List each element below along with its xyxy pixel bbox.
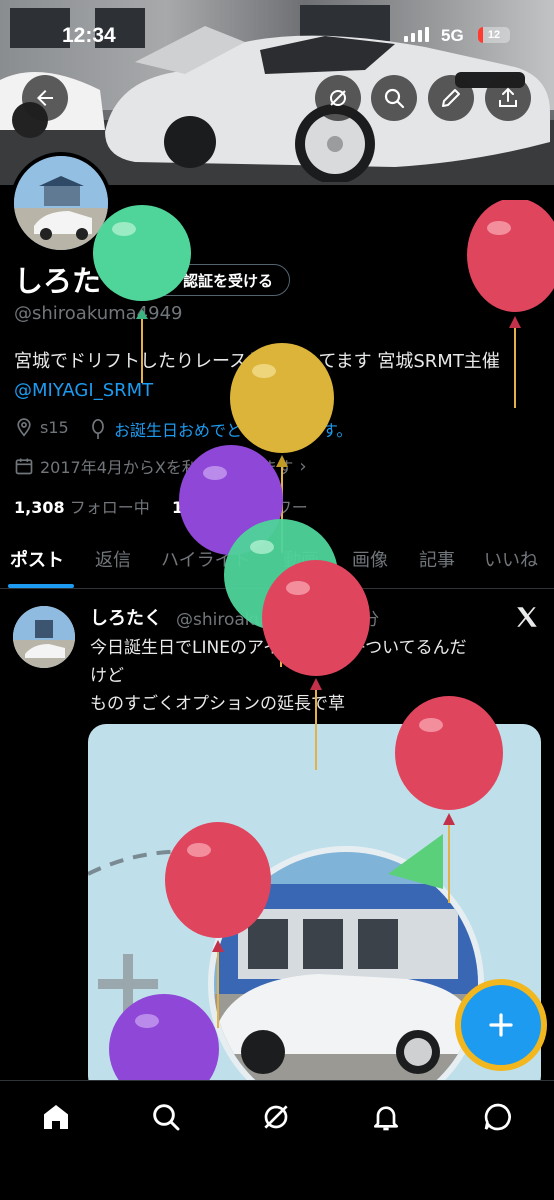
balloon-red — [467, 200, 554, 408]
post-avatar[interactable] — [13, 606, 75, 668]
get-verified-label: 認証を受ける — [183, 271, 274, 290]
post-text-line2: けど — [90, 666, 124, 686]
following-count: 1,308 — [14, 498, 65, 517]
location-text: s15 — [40, 417, 69, 437]
balloon-purple-2 — [109, 994, 219, 1083]
post-author: しろたく — [90, 608, 162, 629]
search-button[interactable] — [371, 75, 417, 121]
bio-link[interactable]: @MIYAGI_SRMT — [14, 380, 153, 401]
balloon-green — [93, 205, 191, 383]
battery-icon: 12 — [478, 27, 510, 43]
spark-icon — [330, 90, 346, 106]
home-icon[interactable] — [40, 1101, 72, 1133]
calendar-icon — [15, 458, 33, 475]
messages-icon[interactable] — [482, 1101, 514, 1133]
edit-icon — [442, 89, 460, 107]
bell-icon[interactable] — [370, 1101, 402, 1133]
balloon-red-3 — [395, 696, 503, 903]
active-tab-indicator — [8, 584, 74, 588]
grok-icon[interactable] — [260, 1101, 292, 1133]
share-button[interactable] — [485, 75, 531, 121]
bottom-navigation — [0, 1080, 554, 1200]
following-label: フォロー中 — [69, 498, 150, 517]
back-icon — [37, 90, 53, 106]
network-type: 5G — [441, 26, 464, 45]
share-icon — [499, 87, 517, 107]
status-time: 12:34 — [62, 24, 116, 47]
grok-button[interactable] — [315, 75, 361, 121]
tab-likes[interactable]: いいね — [484, 546, 538, 572]
compose-button[interactable] — [461, 985, 541, 1065]
signal-icon — [404, 27, 429, 42]
banner-window — [10, 8, 70, 48]
tab-replies[interactable]: 返信 — [95, 546, 131, 572]
search-nav-icon[interactable] — [150, 1101, 182, 1133]
following-link[interactable]: 1,308 フォロー中 — [14, 494, 150, 518]
tab-articles[interactable]: 記事 — [419, 546, 455, 572]
post-avatar-image — [13, 606, 75, 668]
edit-button[interactable] — [428, 75, 474, 121]
balloon-red-2 — [262, 560, 370, 770]
search-icon — [384, 88, 405, 109]
location-row: s15 — [14, 417, 69, 437]
back-button[interactable] — [22, 75, 68, 121]
x-logo-icon — [517, 607, 537, 627]
tab-posts[interactable]: ポスト — [10, 546, 64, 572]
battery-level: 12 — [487, 29, 501, 41]
birthday-icon — [92, 419, 104, 439]
location-icon — [17, 418, 31, 437]
plus-icon — [489, 1013, 513, 1037]
